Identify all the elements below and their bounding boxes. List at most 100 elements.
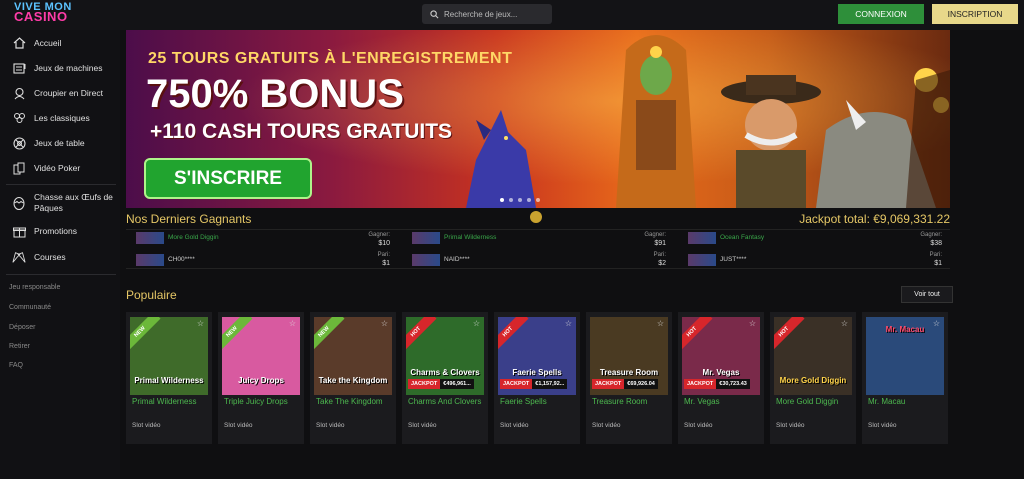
- game-thumbnail: NEW ☆ Juicy Drops: [222, 317, 300, 395]
- winner-entry[interactable]: Primal Wilderness Gagner: $91 NAID**** P…: [402, 230, 674, 268]
- game-type: Slot vidéo: [592, 422, 621, 429]
- game-card[interactable]: ☆ Mr. Macau Mr. Macau Slot vidéo: [862, 312, 948, 444]
- login-button[interactable]: CONNEXION: [838, 4, 924, 24]
- badge-new: NEW: [130, 317, 161, 353]
- promo-banner[interactable]: 25 TOURS GRATUITS À L'ENREGISTREMENT 750…: [126, 30, 950, 208]
- game-name[interactable]: Triple Juicy Drops: [224, 397, 302, 407]
- badge-hot: HOT: [406, 317, 437, 353]
- dealer-icon: [12, 86, 26, 100]
- carousel-dots: [500, 198, 540, 202]
- game-card[interactable]: NEW ☆ Primal Wilderness Primal Wildernes…: [126, 312, 212, 444]
- favorite-star-icon[interactable]: ☆: [841, 319, 848, 328]
- section-title-populaire: Populaire: [126, 288, 177, 302]
- see-all-button[interactable]: Voir tout: [901, 286, 953, 303]
- game-card[interactable]: ☆ Treasure Room JACKPOT €69,926.04 Treasu…: [586, 312, 672, 444]
- badge-hot: HOT: [682, 317, 713, 353]
- goddess-artwork: [616, 35, 696, 208]
- winners-title: Nos Derniers Gagnants: [126, 212, 252, 226]
- casino-logo[interactable]: VIVE MON CASINO: [14, 2, 94, 24]
- game-type: Slot vidéo: [316, 422, 345, 429]
- jackpot-badge: JACKPOT €69,926.04: [592, 379, 658, 389]
- game-card[interactable]: NEW ☆ Juicy Drops Triple Juicy Drops Slo…: [218, 312, 304, 444]
- home-icon: [12, 36, 26, 50]
- carousel-dot[interactable]: [500, 198, 504, 202]
- game-thumbnail: HOT ☆ More Gold Diggin: [774, 317, 852, 395]
- carousel-dot[interactable]: [536, 198, 540, 202]
- slot-machine-icon: [12, 61, 26, 75]
- signup-cta-button[interactable]: S'INSCRIRE: [144, 158, 312, 199]
- carousel-dot[interactable]: [518, 198, 522, 202]
- game-name[interactable]: Charms And Clovers: [408, 397, 486, 407]
- game-card[interactable]: HOT ☆ Charms & Clovers JACKPOT €496,961..…: [402, 312, 488, 444]
- game-card[interactable]: HOT ☆ More Gold Diggin More Gold Diggin …: [770, 312, 856, 444]
- game-type: Slot vidéo: [500, 422, 529, 429]
- game-thumbnail: [412, 232, 440, 244]
- link-communaute[interactable]: Communauté: [9, 304, 51, 311]
- link-faq[interactable]: FAQ: [9, 362, 23, 369]
- sidebar-item-jeux-de-machines[interactable]: Jeux de machines: [0, 57, 120, 79]
- app-root: VIVE MON CASINO Recherche de jeux... CON…: [0, 0, 1024, 479]
- jackpot-badge: JACKPOT €496,961...: [408, 379, 474, 389]
- favorite-star-icon[interactable]: ☆: [657, 319, 664, 328]
- sidebar-item-promotions[interactable]: Promotions: [0, 220, 120, 242]
- jackpot-total: Jackpot total: €9,069,331.22: [799, 212, 950, 226]
- jackpot-badge: JACKPOT €1,157,92...: [500, 379, 568, 389]
- coin-icon: [530, 211, 542, 223]
- search-placeholder: Recherche de jeux...: [444, 9, 518, 19]
- badge-new: NEW: [314, 317, 345, 353]
- game-card[interactable]: NEW ☆ Take the Kingdom Take The Kingdom …: [310, 312, 396, 444]
- search-icon: [430, 9, 439, 18]
- sidebar-item-courses[interactable]: Courses: [0, 246, 120, 268]
- link-jeu-responsable[interactable]: Jeu responsable: [9, 284, 60, 291]
- cards-icon: [12, 161, 26, 175]
- game-name[interactable]: More Gold Diggin: [776, 397, 854, 407]
- sidebar-item-video-poker[interactable]: Vidéo Poker: [0, 157, 120, 179]
- badge-hot: HOT: [774, 317, 805, 353]
- game-name[interactable]: Mr. Vegas: [684, 397, 762, 407]
- game-type: Slot vidéo: [132, 422, 161, 429]
- favorite-star-icon[interactable]: ☆: [473, 319, 480, 328]
- banner-subline: +110 CASH TOURS GRATUITS: [150, 120, 453, 143]
- game-thumbnail: NEW ☆ Take the Kingdom: [314, 317, 392, 395]
- game-thumbnail: [136, 254, 164, 266]
- sidebar-item-chasse-aux-oeufs[interactable]: Chasse aux Œufs de Pâques: [0, 192, 120, 222]
- gift-icon: [12, 224, 26, 238]
- game-card[interactable]: HOT ☆ Faerie Spells JACKPOT €1,157,92... …: [494, 312, 580, 444]
- game-thumbnail: ☆ Treasure Room JACKPOT €69,926.04: [590, 317, 668, 395]
- game-name[interactable]: Primal Wilderness: [132, 397, 210, 407]
- link-retirer[interactable]: Retirer: [9, 343, 30, 350]
- sidebar-item-croupier-en-direct[interactable]: Croupier en Direct: [0, 82, 120, 104]
- game-thumbnail: [136, 232, 164, 244]
- link-deposer[interactable]: Déposer: [9, 324, 35, 331]
- game-name[interactable]: Take The Kingdom: [316, 397, 394, 407]
- race-flag-icon: [12, 250, 26, 264]
- signup-button[interactable]: INSCRIPTION: [932, 4, 1018, 24]
- winner-entry[interactable]: Ocean Fantasy Gagner: $38 JUST**** Pari:…: [678, 230, 950, 268]
- sidebar-item-accueil[interactable]: Accueil: [0, 32, 120, 54]
- game-type: Slot vidéo: [868, 422, 897, 429]
- search-input[interactable]: Recherche de jeux...: [422, 4, 552, 24]
- winner-entry[interactable]: More Gold Diggin Gagner: $10 CH00**** Pa…: [126, 230, 398, 268]
- game-grid: NEW ☆ Primal Wilderness Primal Wildernes…: [126, 312, 950, 444]
- carousel-dot[interactable]: [527, 198, 531, 202]
- game-name[interactable]: Faerie Spells: [500, 397, 578, 407]
- favorite-star-icon[interactable]: ☆: [289, 319, 296, 328]
- favorite-star-icon[interactable]: ☆: [197, 319, 204, 328]
- sidebar-item-les-classiques[interactable]: Les classiques: [0, 107, 120, 129]
- game-name[interactable]: Mr. Macau: [868, 397, 946, 407]
- sidebar-item-jeux-de-table[interactable]: Jeux de table: [0, 132, 120, 154]
- game-thumbnail: ☆ Mr. Macau: [866, 317, 944, 395]
- favorite-star-icon[interactable]: ☆: [381, 319, 388, 328]
- sidebar-divider: [6, 274, 116, 275]
- favorite-star-icon[interactable]: ☆: [565, 319, 572, 328]
- carousel-dot[interactable]: [509, 198, 513, 202]
- game-card[interactable]: HOT ☆ Mr. Vegas JACKPOT €30,723.43 Mr. Ve…: [678, 312, 764, 444]
- sidebar-divider: [6, 184, 116, 185]
- badge-hot: HOT: [498, 317, 529, 353]
- game-type: Slot vidéo: [224, 422, 253, 429]
- game-thumbnail: [688, 254, 716, 266]
- clover-icon: [12, 111, 26, 125]
- favorite-star-icon[interactable]: ☆: [749, 319, 756, 328]
- egg-icon: [12, 196, 26, 210]
- game-name[interactable]: Treasure Room: [592, 397, 670, 407]
